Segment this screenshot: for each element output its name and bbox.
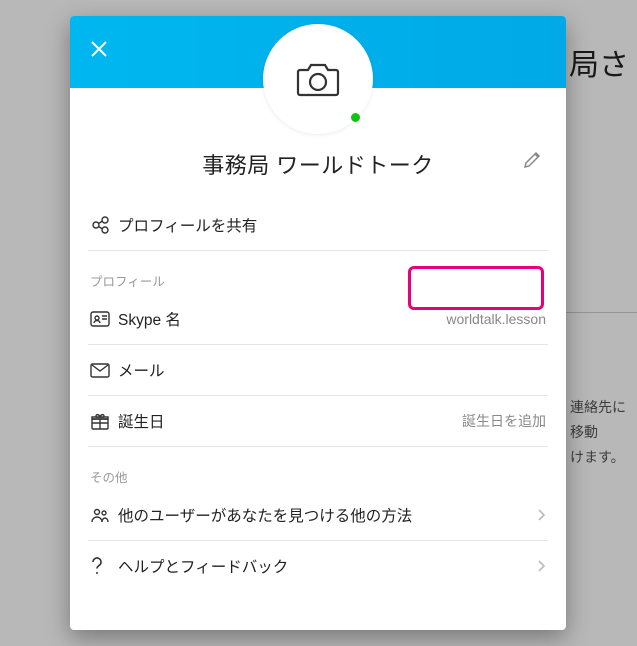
share-profile-row[interactable]: プロフィールを共有 — [88, 200, 548, 251]
section-other-label: その他 — [88, 447, 548, 490]
edit-name-button[interactable] — [522, 150, 544, 172]
share-icon — [90, 215, 118, 235]
help-row[interactable]: ヘルプとフィードバック — [88, 541, 548, 591]
share-profile-label: プロフィールを共有 — [118, 214, 546, 236]
question-icon — [90, 556, 118, 576]
gift-icon — [90, 411, 118, 431]
display-name-row: 事務局 ワールドトーク — [88, 148, 548, 180]
section-profile-label: プロフィール — [88, 251, 548, 294]
id-card-icon — [90, 311, 118, 327]
close-icon — [90, 40, 108, 58]
birthday-row[interactable]: 誕生日 誕生日を追加 — [88, 396, 548, 447]
display-name: 事務局 ワールドトーク — [202, 148, 434, 180]
people-icon — [90, 506, 118, 524]
mail-icon — [90, 363, 118, 378]
pencil-icon — [522, 150, 542, 170]
presence-online-icon — [348, 110, 363, 125]
modal-body: 事務局 ワールドトーク プロフィールを共有 プロフィール — [70, 88, 566, 591]
modal-header — [70, 16, 566, 88]
email-label: メール — [118, 359, 546, 381]
camera-icon — [296, 60, 340, 98]
close-button[interactable] — [90, 40, 108, 58]
help-label: ヘルプとフィードバック — [118, 555, 528, 577]
birthday-label: 誕生日 — [118, 410, 462, 432]
profile-modal: 事務局 ワールドトーク プロフィールを共有 プロフィール — [70, 16, 566, 630]
skype-name-value: worldtalk.lesson — [446, 311, 546, 327]
skype-name-label: Skype 名 — [118, 308, 446, 330]
birthday-value: 誕生日を追加 — [462, 411, 546, 431]
discover-label: 他のユーザーがあなたを見つける他の方法 — [118, 504, 528, 526]
email-row[interactable]: メール — [88, 345, 548, 396]
chevron-right-icon — [528, 507, 546, 523]
skype-name-row[interactable]: Skype 名 worldtalk.lesson — [88, 294, 548, 345]
discover-row[interactable]: 他のユーザーがあなたを見つける他の方法 — [88, 490, 548, 541]
chevron-right-icon — [528, 558, 546, 574]
